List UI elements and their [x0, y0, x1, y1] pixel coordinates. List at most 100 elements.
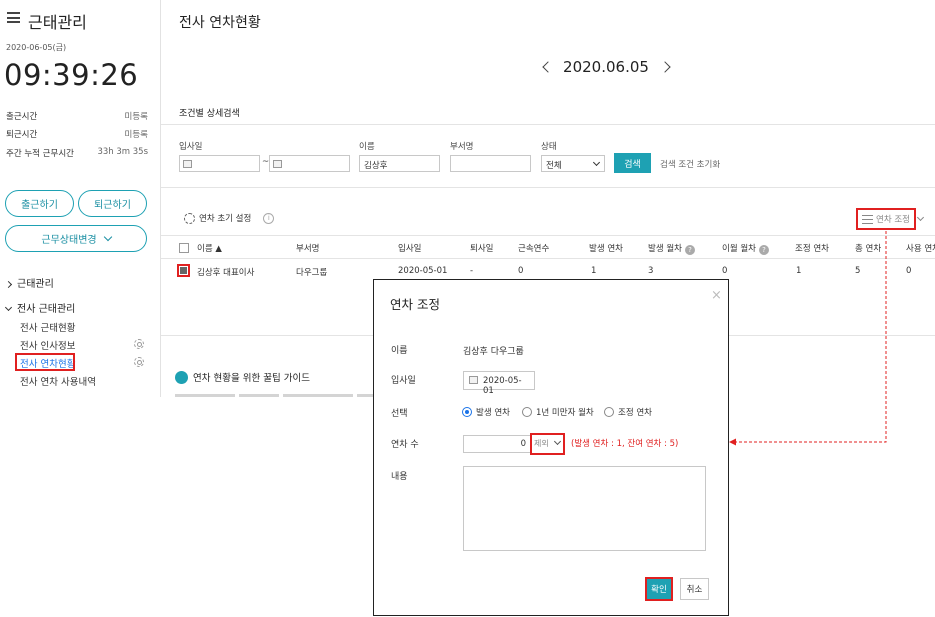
app-title: 근태관리 [28, 13, 87, 32]
bookmark-icon [175, 370, 188, 384]
stat-value: 33h 3m 35s [97, 147, 148, 157]
cell-total: 5 [855, 266, 861, 276]
dialog-join-label: 입사일 [391, 376, 416, 386]
clock-out-button[interactable]: 퇴근하기 [78, 190, 147, 217]
hamburger-menu-icon[interactable] [7, 12, 20, 23]
search-button[interactable]: 검색 [614, 153, 651, 173]
calendar-icon [183, 160, 192, 168]
select-all-checkbox[interactable] [179, 243, 189, 253]
nav-group-label: 근태관리 [17, 279, 54, 290]
highlight-box [15, 353, 75, 371]
dialog-count-label: 연차 수 [391, 440, 419, 450]
divider [161, 187, 935, 188]
gear-icon[interactable] [134, 339, 144, 349]
help-icon[interactable]: ? [758, 245, 769, 255]
stat-clock-in: 출근시간 미등록 [6, 110, 148, 122]
sidebar-item-company-hr-info[interactable]: 전사 인사정보 [20, 338, 75, 352]
column-header-annual-leave[interactable]: 발생 연차 [589, 242, 623, 254]
cell-adjusted: 1 [796, 266, 802, 276]
info-icon[interactable]: i [263, 212, 275, 224]
column-header-leave-date[interactable]: 퇴사일 [470, 242, 493, 254]
confirm-button[interactable]: 확인 [645, 577, 673, 601]
column-header-label: 발생 월차 [648, 244, 682, 254]
calendar-icon [273, 160, 282, 168]
status-filter-select[interactable]: 전체 [541, 155, 605, 172]
radio-adjusted-leave[interactable]: 조정 연차 [604, 406, 652, 418]
status-filter-label: 상태 [541, 142, 557, 152]
column-header-label: 이월 월차 [722, 244, 756, 254]
status-filter-value: 전체 [546, 161, 562, 171]
column-header-name[interactable]: 이름 ▲ [197, 242, 222, 254]
column-header-monthly-leave[interactable]: 발생 월차? [648, 242, 695, 255]
today-date: 2020-06-05(금) [6, 43, 67, 52]
radio-label: 발생 연차 [476, 408, 510, 418]
chevron-down-icon[interactable] [916, 213, 925, 222]
radio-icon [522, 407, 532, 417]
close-icon[interactable]: × [711, 288, 722, 303]
search-section-label: 조건별 상세검색 [179, 109, 240, 119]
status-change-button[interactable]: 근무상태변경 [5, 225, 147, 252]
cell-years: 0 [518, 266, 524, 276]
page-title: 전사 연차현황 [179, 15, 261, 31]
leave-initial-setting-label: 연차 초기 설정 [199, 214, 252, 224]
chevron-down-icon [592, 158, 601, 167]
sliders-icon [862, 214, 873, 224]
name-filter-input[interactable]: 김상후 [359, 155, 440, 172]
dept-filter-input[interactable] [450, 155, 531, 172]
stat-value: 미등록 [124, 130, 148, 140]
divider [161, 124, 935, 125]
stat-weekly-hours: 주간 누적 근무시간 33h 3m 35s [6, 147, 148, 159]
nav-group-label: 전사 근태관리 [17, 304, 76, 315]
dialog-name-label: 이름 [391, 346, 408, 356]
radio-icon [604, 407, 614, 417]
radio-under-one-year[interactable]: 1년 미만자 월차 [522, 406, 594, 418]
gear-icon[interactable] [134, 357, 144, 367]
leave-count-input[interactable]: 0 [463, 435, 531, 453]
nav-group-attendance[interactable]: 근태관리 [4, 275, 54, 290]
content-textarea[interactable] [463, 466, 706, 551]
join-date-label: 입사일 [179, 142, 203, 152]
clock-in-button[interactable]: 출근하기 [5, 190, 74, 217]
tip-guide[interactable]: 연차 현황을 위한 꿀팁 가이드 [175, 370, 310, 384]
exclude-select[interactable]: 제외 [530, 433, 565, 455]
column-header-carryover[interactable]: 이월 월차? [722, 242, 769, 255]
gear-icon [184, 212, 195, 224]
status-change-label: 근무상태변경 [41, 235, 97, 246]
column-header-join-date[interactable]: 입사일 [398, 242, 421, 254]
cell-carryover: 0 [722, 266, 728, 276]
reset-search-link[interactable]: 검색 조건 초기화 [660, 158, 720, 170]
tip-guide-title: 연차 현황을 위한 꿀팁 가이드 [193, 373, 310, 384]
cell-annual-leave: 1 [591, 266, 597, 276]
help-icon[interactable]: ? [684, 245, 695, 255]
stat-value: 미등록 [124, 112, 148, 122]
sidebar-item-company-leave-history[interactable]: 전사 연차 사용내역 [20, 374, 96, 388]
column-header-total[interactable]: 총 연차 [855, 242, 881, 254]
join-date-start-field[interactable] [179, 155, 260, 172]
column-header-dept[interactable]: 부서명 [296, 242, 319, 254]
leave-adjust-label: 연차 조정 [876, 215, 910, 225]
current-date: 2020.06.05 [563, 58, 649, 76]
dialog-title: 연차 조정 [390, 297, 440, 312]
cell-name[interactable]: 김상후 대표이사 [197, 266, 254, 278]
row-checkbox[interactable] [177, 264, 190, 277]
leave-adjust-button[interactable]: 연차 조정 [856, 208, 916, 230]
cell-monthly-leave: 3 [648, 266, 654, 276]
nav-group-company-attendance[interactable]: 전사 근태관리 [4, 300, 76, 315]
divider [161, 258, 935, 259]
chevron-down-icon [553, 437, 562, 446]
cell-used: 0 [906, 266, 912, 276]
radio-selected-icon [462, 407, 472, 417]
join-date-end-field[interactable] [269, 155, 350, 172]
arrow-head [729, 438, 736, 446]
stat-label: 출근시간 [6, 112, 38, 122]
column-header-adjusted[interactable]: 조정 연차 [795, 242, 829, 254]
dept-filter-label: 부서명 [450, 142, 474, 152]
dialog-join-date-field: 2020-05-01 [463, 371, 535, 396]
column-header-used[interactable]: 사용 연차 [906, 242, 935, 254]
leave-initial-setting-button[interactable]: 연차 초기 설정 i [184, 212, 275, 224]
sidebar: 근태관리 2020-06-05(금) 09:39:26 출근시간 미등록 퇴근시… [0, 0, 161, 397]
radio-annual-leave[interactable]: 발생 연차 [462, 406, 510, 418]
cancel-button[interactable]: 취소 [680, 578, 709, 600]
column-header-years[interactable]: 근속연수 [518, 242, 549, 254]
sidebar-item-company-attendance[interactable]: 전사 근태현황 [20, 320, 75, 334]
